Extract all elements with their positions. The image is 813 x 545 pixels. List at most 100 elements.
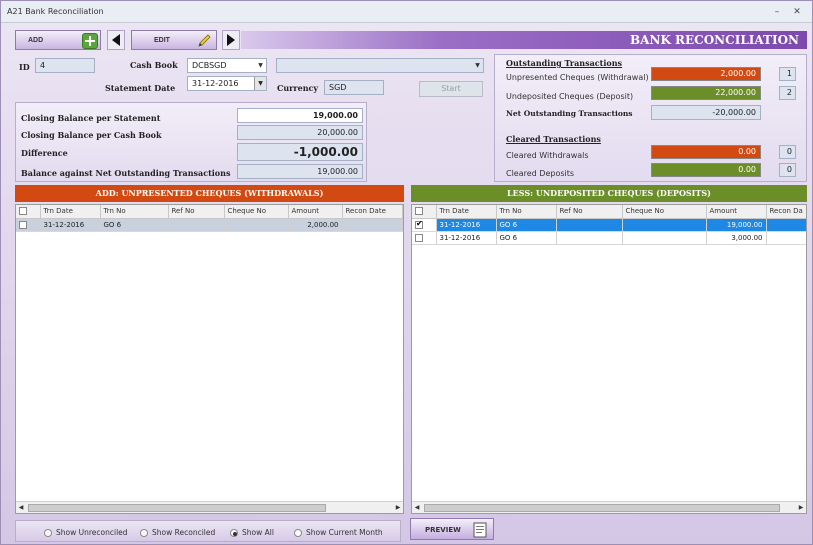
horizontal-scrollbar[interactable]: ◀ ▶ xyxy=(16,501,403,513)
id-field[interactable]: 4 xyxy=(35,58,95,73)
document-icon xyxy=(473,522,487,540)
cash-book-label: Cash Book xyxy=(130,60,178,70)
closing-statement-label: Closing Balance per Statement xyxy=(21,113,161,123)
cell-trn-no: GO 6 xyxy=(496,231,557,245)
cell-recon-date xyxy=(766,231,806,245)
show-current-month-radio[interactable]: Show Current Month xyxy=(294,528,383,537)
closing-statement-field[interactable]: 19,000.00 xyxy=(237,108,363,123)
cell-recon-date xyxy=(766,218,806,232)
column-header[interactable]: Cheque No xyxy=(622,205,707,219)
show-unreconciled-radio[interactable]: Show Unreconciled xyxy=(44,528,128,537)
previous-record-button[interactable] xyxy=(107,30,125,50)
statement-date-picker[interactable]: 31-12-2016 ▼ xyxy=(187,76,267,91)
undeposited-grid-header: LESS: UNDEPOSITED CHEQUES (DEPOSITS) xyxy=(411,185,807,202)
scroll-right-icon[interactable]: ▶ xyxy=(796,502,806,513)
undeposited-label: Undeposited Cheques (Deposit) xyxy=(506,92,634,101)
scrollbar-thumb[interactable] xyxy=(28,504,326,512)
checkmark-icon xyxy=(415,219,423,229)
cell-amount: 19,000.00 xyxy=(706,218,767,232)
unpresented-label: Unpresented Cheques (Withdrawal) xyxy=(506,73,649,82)
radio-icon xyxy=(140,529,148,537)
column-header[interactable]: Cheque No xyxy=(224,205,289,219)
net-outstanding-label: Balance against Net Outstanding Transact… xyxy=(21,168,231,178)
cell-amount: 2,000.00 xyxy=(288,218,343,232)
row-checkbox[interactable] xyxy=(16,218,41,232)
cell-recon-date xyxy=(342,218,403,232)
scroll-left-icon[interactable]: ◀ xyxy=(412,502,422,513)
horizontal-scrollbar[interactable]: ◀ ▶ xyxy=(412,501,806,513)
header-banner: BANK RECONCILIATION xyxy=(241,31,807,49)
checkbox-icon xyxy=(19,207,27,216)
bank-reconciliation-window: A21 Bank Reconciliation – ✕ ADD EDIT BAN… xyxy=(0,0,813,545)
undeposited-cheques-grid[interactable]: Trn Date Trn No Ref No Cheque No Amount … xyxy=(411,204,807,514)
column-header[interactable]: Trn Date xyxy=(40,205,101,219)
cleared-title: Cleared Transactions xyxy=(506,134,601,144)
column-header[interactable]: Trn Date xyxy=(436,205,497,219)
preview-button[interactable]: PREVIEW xyxy=(410,518,494,540)
checkbox-icon xyxy=(415,233,423,242)
close-icon[interactable]: ✕ xyxy=(791,6,803,18)
closing-cashbook-label: Closing Balance per Cash Book xyxy=(21,130,162,140)
cell-ref-no xyxy=(556,218,623,232)
pencil-icon xyxy=(196,33,212,49)
column-header[interactable]: Amount xyxy=(706,205,767,219)
cell-trn-date: 31-12-2016 xyxy=(40,218,101,232)
table-row[interactable]: 31-12-2016 GO 6 2,000.00 xyxy=(16,218,403,232)
start-button[interactable]: Start xyxy=(419,81,483,97)
column-header[interactable]: Recon Da xyxy=(766,205,806,219)
cell-amount: 3,000.00 xyxy=(706,231,767,245)
select-all-checkbox[interactable] xyxy=(16,205,41,219)
calendar-dropdown-icon[interactable]: ▼ xyxy=(254,77,266,90)
column-header[interactable]: Trn No xyxy=(100,205,169,219)
cell-cheque-no xyxy=(622,218,707,232)
cell-trn-date: 31-12-2016 xyxy=(436,231,497,245)
cleared-deposits-value: 0.00 xyxy=(651,163,761,177)
cleared-withdrawals-value: 0.00 xyxy=(651,145,761,159)
unpresented-grid-header: ADD: UNPRESENTED CHEQUES (WITHDRAWALS) xyxy=(15,185,404,202)
outstanding-title: Outstanding Transactions xyxy=(506,58,623,68)
show-reconciled-radio[interactable]: Show Reconciled xyxy=(140,528,215,537)
page-title: BANK RECONCILIATION xyxy=(630,33,799,47)
cell-ref-no xyxy=(168,218,225,232)
unpresented-cheques-grid[interactable]: Trn Date Trn No Ref No Cheque No Amount … xyxy=(15,204,404,514)
cash-book-description-select[interactable]: ▼ xyxy=(276,58,484,73)
cell-cheque-no xyxy=(622,231,707,245)
table-row[interactable]: 31-12-2016 GO 6 3,000.00 xyxy=(412,231,806,245)
radio-icon xyxy=(44,529,52,537)
column-header[interactable]: Recon Date xyxy=(342,205,403,219)
column-header[interactable]: Amount xyxy=(288,205,343,219)
undeposited-value: 22,000.00 xyxy=(651,86,761,100)
currency-field[interactable]: SGD xyxy=(324,80,384,95)
scrollbar-thumb[interactable] xyxy=(424,504,780,512)
column-header[interactable]: Trn No xyxy=(496,205,557,219)
add-button[interactable]: ADD xyxy=(15,30,101,50)
cell-cheque-no xyxy=(224,218,289,232)
scroll-left-icon[interactable]: ◀ xyxy=(16,502,26,513)
column-header[interactable]: Ref No xyxy=(556,205,623,219)
chevron-down-icon: ▼ xyxy=(475,62,480,69)
scroll-right-icon[interactable]: ▶ xyxy=(393,502,403,513)
next-record-button[interactable] xyxy=(222,30,240,50)
cell-trn-no: GO 6 xyxy=(496,218,557,232)
net-outstanding-transactions-label: Net Outstanding Transactions xyxy=(506,109,633,118)
unpresented-value: 2,000.00 xyxy=(651,67,761,81)
row-checkbox[interactable] xyxy=(412,218,437,232)
net-outstanding-field: 19,000.00 xyxy=(237,164,363,179)
column-header[interactable]: Ref No xyxy=(168,205,225,219)
cell-ref-no xyxy=(556,231,623,245)
minimize-icon[interactable]: – xyxy=(771,6,783,18)
radio-icon xyxy=(294,529,302,537)
select-all-checkbox[interactable] xyxy=(412,205,437,219)
triangle-right-icon xyxy=(227,34,235,46)
show-all-radio[interactable]: Show All xyxy=(230,528,274,537)
difference-label: Difference xyxy=(21,148,68,158)
cell-trn-date: 31-12-2016 xyxy=(436,218,497,232)
cash-book-select[interactable]: DCBSGD ▼ xyxy=(187,58,267,73)
difference-field: -1,000.00 xyxy=(237,143,363,161)
table-row[interactable]: 31-12-2016 GO 6 19,000.00 xyxy=(412,218,806,232)
add-icon xyxy=(82,33,98,49)
statement-date-label: Statement Date xyxy=(105,83,176,93)
edit-button[interactable]: EDIT xyxy=(131,30,217,50)
cleared-withdrawals-count: 0 xyxy=(779,145,796,159)
row-checkbox[interactable] xyxy=(412,231,437,245)
